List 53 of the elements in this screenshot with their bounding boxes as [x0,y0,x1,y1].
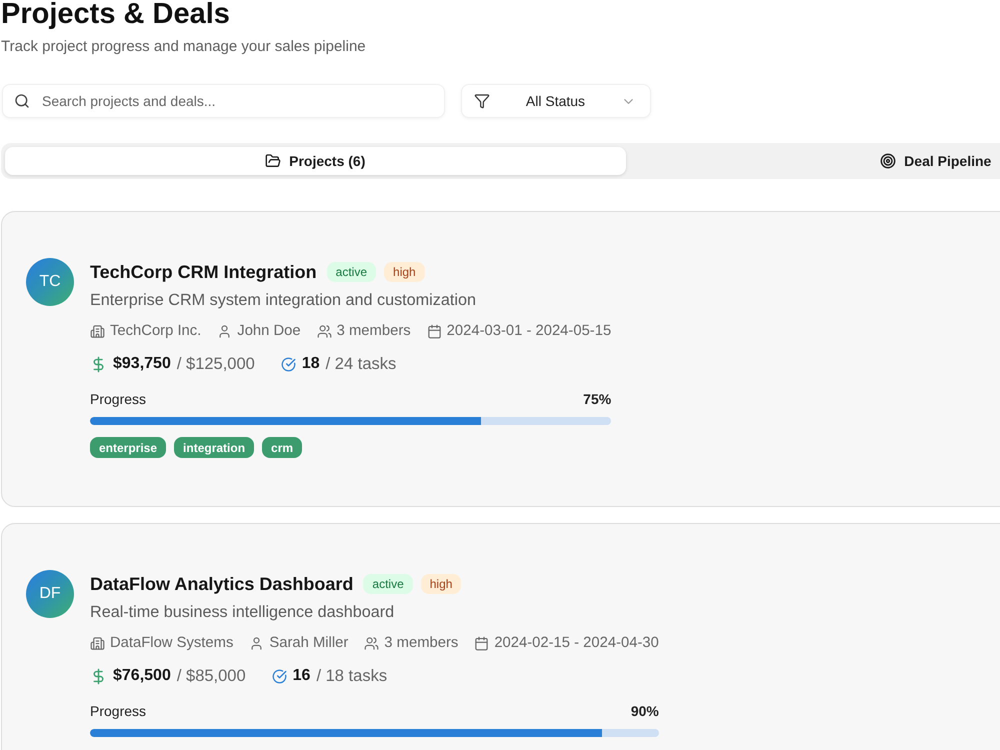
tasks-done: 18 [302,355,320,373]
status-filter[interactable]: All Status [461,84,651,118]
calendar-icon [426,324,442,338]
search-icon [14,93,30,109]
budget-amount: / $85,000 [176,666,246,686]
user-icon [249,636,264,650]
project-title: TechCorp CRM Integration [90,262,317,282]
project-avatar: DF [26,570,74,618]
users-icon [316,324,332,338]
project-tag: enterprise [90,437,166,458]
company-name: TechCorp Inc. [110,323,202,339]
project-avatar: TC [26,258,74,306]
date-range: 2024-03-01 - 2024-05-15 [446,323,612,339]
owner-name: Sarah Miller [269,635,348,651]
view-tab[interactable]: Projects (6) [5,147,626,175]
date-range: 2024-02-15 - 2024-04-30 [494,635,659,651]
spent-amount: $93,750 [113,355,171,373]
users-icon [364,636,380,650]
page-title: Projects & Deals [1,0,231,30]
tasks-total: / 18 tasks [316,666,388,686]
member-count: 3 members [336,323,411,339]
project-tag: integration [174,437,254,458]
target-icon [880,153,896,169]
check-circle-icon [280,356,296,372]
progress-label: Progress [90,391,146,407]
view-tab[interactable]: Deal Pipeline [626,147,1000,175]
spent-amount: $76,500 [113,667,171,685]
company-name: DataFlow Systems [110,635,234,651]
progress-label: Progress [90,703,146,719]
progress-percent: 75% [583,391,612,407]
building-icon [90,636,105,650]
progress-percent: 90% [630,703,659,719]
budget-amount: / $125,000 [176,354,255,374]
project-tag: crm [262,437,302,458]
status-badge: active [326,262,376,282]
calendar-icon [474,636,490,650]
owner-name: John Doe [237,323,301,339]
filter-icon [474,93,490,109]
check-circle-icon [272,668,287,684]
search-field[interactable]: Search projects and deals... [2,84,445,118]
project-description: Enterprise CRM system integration and customization [90,290,477,310]
project-title: DataFlow Analytics Dashboard [90,574,354,594]
tasks-done: 16 [292,667,310,685]
priority-badge: high [420,574,462,594]
folder-icon [265,153,282,169]
member-count: 3 members [384,635,458,651]
status-badge: active [363,574,413,594]
user-icon [217,324,232,338]
project-description: Real-time business intelligence dashboard [90,602,396,622]
priority-badge: high [384,262,425,282]
page-subtitle: Track project progress and manage your sales pipeline [1,37,367,57]
tasks-total: / 24 tasks [326,354,396,374]
building-icon [90,324,105,338]
